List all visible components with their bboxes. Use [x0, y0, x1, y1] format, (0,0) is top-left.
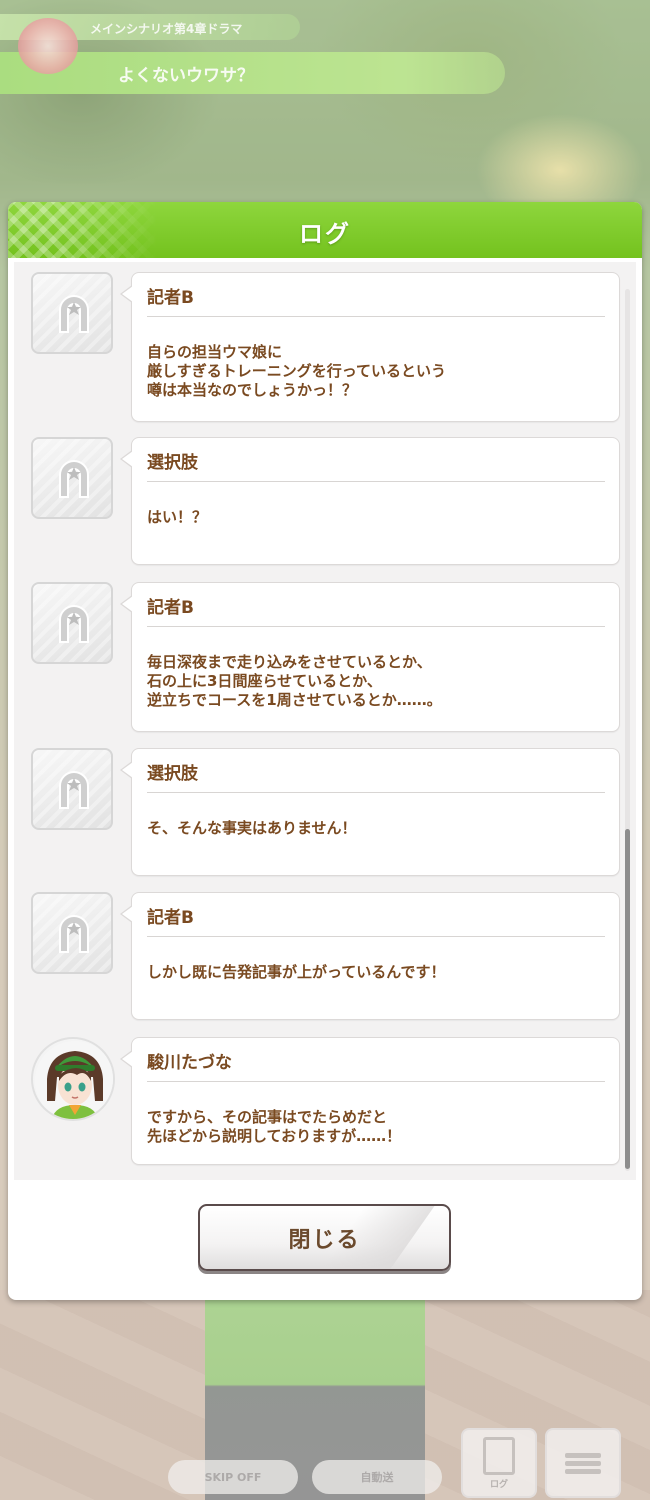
- avatar: [31, 892, 113, 974]
- message-text: ですから、その記事はでたらめだと 先ほどから説明しておりますが……！: [147, 1108, 402, 1145]
- bubble-divider: [147, 936, 605, 937]
- message-text: そ、そんな事実はありません！: [147, 819, 357, 837]
- message-bubble: 記者B 毎日深夜まで走り込みをさせているとか、 石の上に3日間座らせているとか、…: [120, 582, 620, 732]
- speaker-name: 記者B: [147, 288, 194, 308]
- character-portrait-icon: [35, 1041, 113, 1119]
- bubble-divider: [147, 1081, 605, 1082]
- message-bubble: 選択肢 はい！？: [120, 437, 620, 565]
- speaker-name: 駿川たづな: [147, 1053, 232, 1073]
- speaker-name: 記者B: [147, 908, 194, 928]
- message-bubble: 駿川たづな ですから、その記事はでたらめだと 先ほどから説明しておりますが……！: [120, 1037, 620, 1165]
- bubble-divider: [147, 626, 605, 627]
- avatar: [31, 582, 113, 664]
- message-text: しかし既に告発記事が上がっているんです！: [147, 963, 446, 981]
- scrollbar[interactable]: [625, 289, 630, 1171]
- message-text: 自らの担当ウマ娘に 厳しすぎるトレーニングを行っているという 噂は本当なのでしょ…: [147, 343, 446, 399]
- log-list[interactable]: 記者B 自らの担当ウマ娘に 厳しすぎるトレーニングを行っているという 噂は本当な…: [14, 262, 636, 1180]
- message-text: 毎日深夜まで走り込みをさせているとか、 石の上に3日間座らせているとか、 逆立ち…: [147, 653, 442, 709]
- bubble-divider: [147, 792, 605, 793]
- horseshoe-icon: [59, 915, 89, 953]
- horseshoe-icon: [59, 460, 89, 498]
- avatar: [31, 437, 113, 519]
- message-bubble: 記者B 自らの担当ウマ娘に 厳しすぎるトレーニングを行っているという 噂は本当な…: [120, 272, 620, 422]
- horseshoe-icon: [59, 295, 89, 333]
- message-bubble: 選択肢 そ、そんな事実はありません！: [120, 748, 620, 876]
- avatar: [31, 748, 113, 830]
- bubble-divider: [147, 481, 605, 482]
- horseshoe-icon: [59, 605, 89, 643]
- close-button-label: 閉じる: [288, 1227, 361, 1253]
- speaker-name: 記者B: [147, 598, 194, 618]
- speaker-name: 選択肢: [147, 764, 198, 784]
- avatar: [31, 272, 113, 354]
- dialog-title: ログ: [299, 220, 351, 248]
- speaker-name: 選択肢: [147, 453, 198, 473]
- bubble-divider: [147, 316, 605, 317]
- message-text: はい！？: [147, 508, 208, 526]
- log-dialog: ログ 記者B 自らの担当ウマ娘に 厳しすぎるトレーニングを行っているという 噂は…: [8, 202, 642, 1300]
- message-bubble: 記者B しかし既に告発記事が上がっているんです！: [120, 892, 620, 1020]
- horseshoe-icon: [59, 771, 89, 809]
- dialog-header: ログ: [8, 202, 642, 258]
- close-button[interactable]: 閉じる: [198, 1204, 451, 1271]
- avatar: [31, 1037, 115, 1121]
- scrollbar-thumb[interactable]: [625, 829, 630, 1169]
